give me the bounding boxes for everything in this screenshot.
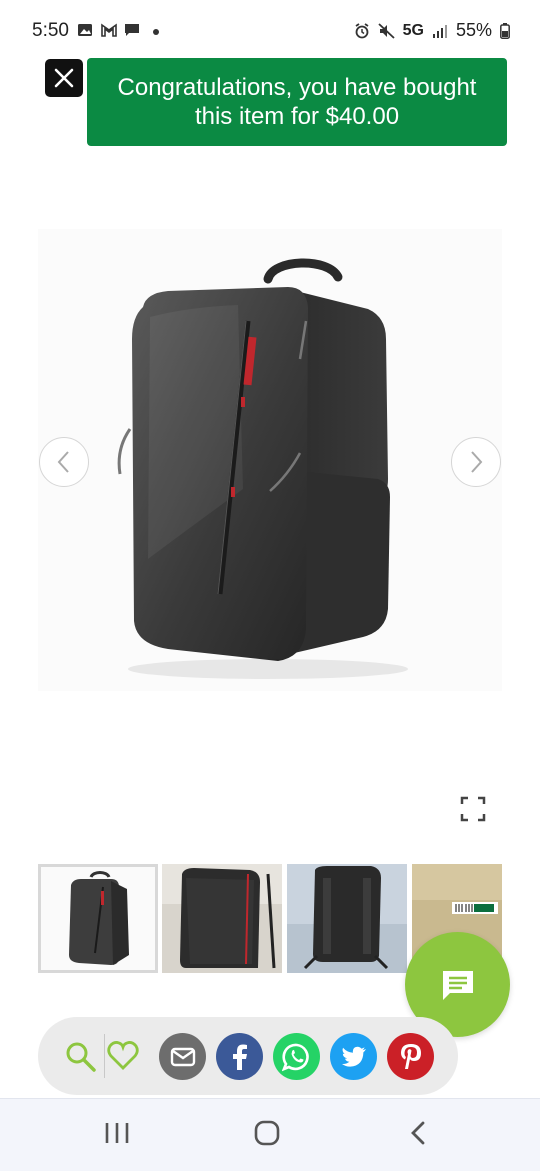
pinterest-share-button[interactable] <box>387 1033 434 1080</box>
facebook-icon <box>232 1044 247 1070</box>
chevron-right-icon <box>471 451 483 473</box>
battery-percent: 55% <box>455 20 492 40</box>
thumbnail-backpack-side <box>162 864 282 973</box>
product-image[interactable] <box>38 229 502 691</box>
fullscreen-icon[interactable] <box>460 796 486 822</box>
thumbnail-1[interactable] <box>38 864 158 973</box>
whatsapp-share-button[interactable] <box>273 1033 320 1080</box>
thumbnail-backpack-front <box>41 867 155 970</box>
thumbnail-backpack-back <box>287 864 407 973</box>
more-notifications-dot <box>153 29 159 35</box>
search-icon[interactable] <box>64 1040 98 1074</box>
email-icon <box>170 1047 195 1066</box>
facebook-share-button[interactable] <box>216 1033 263 1080</box>
backpack-image <box>117 258 408 679</box>
battery-icon <box>500 22 510 39</box>
back-icon[interactable] <box>408 1120 428 1146</box>
toast-message: Congratulations, you have bought this it… <box>117 74 477 130</box>
twitter-icon <box>341 1046 366 1067</box>
pinterest-icon <box>400 1043 421 1069</box>
mute-icon <box>378 22 395 39</box>
chevron-left-icon <box>57 451 69 473</box>
whatsapp-icon <box>281 1043 309 1071</box>
email-share-button[interactable] <box>159 1033 206 1080</box>
system-navigation-bar <box>0 1098 540 1171</box>
prev-image-button[interactable] <box>39 437 89 487</box>
share-divider <box>104 1034 105 1078</box>
thumbnail-3[interactable] <box>287 864 407 973</box>
signal-icon <box>432 24 447 38</box>
alarm-icon <box>355 22 369 38</box>
message-notification-icon <box>125 24 139 36</box>
next-image-button[interactable] <box>451 437 501 487</box>
close-icon <box>54 68 74 88</box>
heart-icon[interactable] <box>106 1040 140 1072</box>
status-bar: 5:50 5G 55% <box>0 0 540 62</box>
chat-icon <box>442 970 473 1000</box>
gmail-notification-icon <box>101 23 117 37</box>
home-icon[interactable] <box>254 1120 280 1146</box>
twitter-share-button[interactable] <box>330 1033 377 1080</box>
status-time: 5:50 <box>32 20 69 41</box>
gallery-notification-icon <box>78 24 92 36</box>
status-right-group: 5G 55% <box>354 20 510 41</box>
purchase-toast: Congratulations, you have bought this it… <box>87 58 507 146</box>
close-toast-button[interactable] <box>45 59 83 97</box>
network-type: 5G <box>402 21 424 39</box>
recent-apps-icon[interactable] <box>104 1121 130 1145</box>
thumbnail-2[interactable] <box>162 864 282 973</box>
